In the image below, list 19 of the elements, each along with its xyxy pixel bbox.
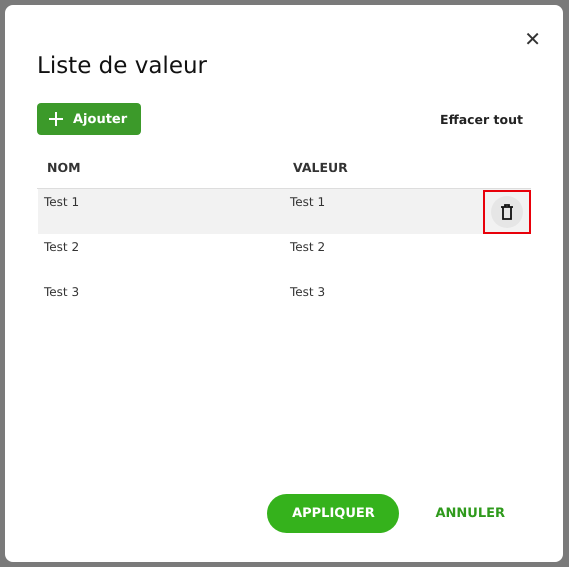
table-row[interactable]: Test 2 Test 2 bbox=[38, 234, 531, 279]
dialog-title: Liste de valeur bbox=[37, 53, 208, 79]
table-cell-text: Test 2 bbox=[289, 239, 326, 254]
plus-icon bbox=[49, 112, 63, 126]
table-cell-text: Test 1 bbox=[289, 194, 326, 209]
cancel-button[interactable]: ANNULER bbox=[429, 498, 511, 529]
table-row[interactable]: Test 1 Test 1 bbox=[38, 189, 531, 234]
column-header: NOM bbox=[46, 160, 82, 175]
table-cell-text: Test 3 bbox=[289, 284, 326, 299]
table-cell-text: Test 3 bbox=[43, 284, 80, 299]
column-header: VALEUR bbox=[292, 160, 349, 175]
trash-icon bbox=[500, 204, 514, 220]
table-cell-text: Test 2 bbox=[43, 239, 80, 254]
table-cell-text: Test 1 bbox=[43, 194, 80, 209]
add-button[interactable]: Ajouter bbox=[37, 103, 142, 135]
close-button[interactable]: ✕ bbox=[520, 25, 545, 53]
table-row[interactable]: Test 3 Test 3 bbox=[38, 279, 531, 324]
clear-all-button[interactable]: Effacer tout bbox=[440, 112, 531, 126]
delete-button[interactable] bbox=[483, 190, 531, 234]
